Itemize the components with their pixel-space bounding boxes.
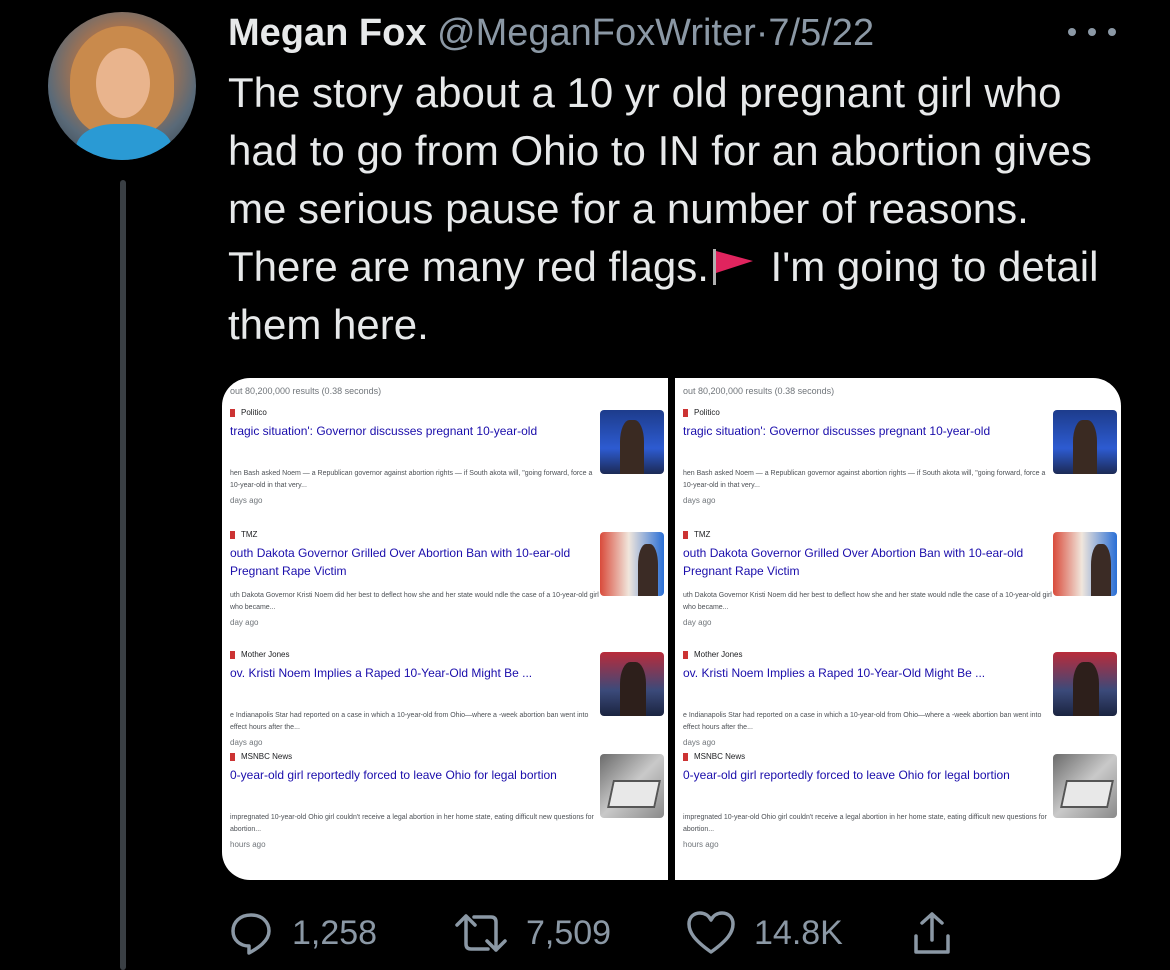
result-age: days ago	[683, 738, 716, 747]
result-thumbnail	[600, 532, 664, 596]
source-favicon	[230, 530, 235, 539]
result-age: days ago	[230, 738, 263, 747]
source-label: MSNBC News	[694, 752, 746, 761]
search-result: TMZ outh Dakota Governor Grilled Over Ab…	[675, 530, 1121, 648]
result-source: TMZ	[683, 530, 710, 539]
like-button[interactable]: 14.8K	[686, 908, 843, 958]
result-source: MSNBC News	[230, 752, 292, 761]
source-favicon	[230, 752, 235, 761]
result-snippet: uth Dakota Governor Kristi Noem did her …	[683, 592, 1052, 611]
result-thumbnail	[600, 410, 664, 474]
source-label: MSNBC News	[241, 752, 293, 761]
like-count: 14.8K	[754, 913, 843, 952]
source-label: TMZ	[241, 530, 258, 539]
result-age: hours ago	[230, 840, 266, 849]
more-dot	[1088, 28, 1096, 36]
result-source: Mother Jones	[230, 650, 289, 659]
media-image-right[interactable]: out 80,200,000 results (0.38 seconds) Po…	[675, 378, 1121, 880]
result-title: 0-year-old girl reportedly forced to lea…	[683, 768, 1010, 782]
source-label: Mother Jones	[241, 650, 290, 659]
more-dot	[1068, 28, 1076, 36]
result-source: TMZ	[230, 530, 257, 539]
result-thumbnail	[600, 754, 664, 818]
more-dot	[1108, 28, 1116, 36]
more-options-icon[interactable]	[1068, 14, 1116, 50]
red-flag-icon	[712, 248, 753, 285]
search-result: MSNBC News 0-year-old girl reportedly fo…	[675, 752, 1121, 870]
result-source: Politico	[683, 408, 720, 417]
search-result: MSNBC News 0-year-old girl reportedly fo…	[222, 752, 668, 870]
result-title: tragic situation': Governor discusses pr…	[230, 424, 538, 438]
result-snippet: e Indianapolis Star had reported on a ca…	[230, 712, 589, 731]
result-thumbnail	[1053, 410, 1117, 474]
source-label: Mother Jones	[694, 650, 743, 659]
result-source: Mother Jones	[683, 650, 742, 659]
author-name[interactable]: Megan Fox	[228, 12, 426, 54]
tweet-text: The story about a 10 yr old pregnant gir…	[228, 64, 1128, 354]
result-snippet: impregnated 10-year-old Ohio girl couldn…	[683, 814, 1047, 833]
result-thumbnail	[1053, 652, 1117, 716]
search-result: TMZ outh Dakota Governor Grilled Over Ab…	[222, 530, 668, 648]
retweet-button[interactable]: 7,509	[454, 908, 611, 958]
result-count: out 80,200,000 results (0.38 seconds)	[683, 386, 835, 396]
source-favicon	[683, 408, 688, 417]
reply-icon	[231, 913, 271, 955]
retweet-count: 7,509	[526, 913, 612, 952]
result-title: outh Dakota Governor Grilled Over Aborti…	[683, 546, 1024, 578]
result-age: day ago	[230, 618, 259, 627]
tweet-date[interactable]: 7/5/22	[768, 12, 874, 54]
retweet-icon	[455, 914, 507, 952]
source-favicon	[683, 650, 688, 659]
source-label: TMZ	[694, 530, 711, 539]
author-avatar[interactable]	[48, 12, 196, 160]
source-label: Politico	[241, 408, 267, 417]
result-thumbnail	[600, 652, 664, 716]
source-favicon	[683, 752, 688, 761]
result-title: 0-year-old girl reportedly forced to lea…	[230, 768, 557, 782]
result-age: day ago	[683, 618, 712, 627]
media-image-left[interactable]: out 80,200,000 results (0.38 seconds) Po…	[222, 378, 668, 880]
tweet-header: Megan Fox @MeganFoxWriter·7/5/22	[228, 10, 874, 56]
tweet-actions: 1,258 7,509 14.8K	[228, 908, 1118, 958]
header-separator: ·	[755, 12, 769, 54]
result-thumbnail	[1053, 754, 1117, 818]
reply-count: 1,258	[292, 913, 378, 952]
result-snippet: impregnated 10-year-old Ohio girl couldn…	[230, 814, 594, 833]
result-snippet: uth Dakota Governor Kristi Noem did her …	[230, 592, 599, 611]
avatar-face	[96, 48, 150, 118]
search-result: Mother Jones ov. Kristi Noem Implies a R…	[222, 650, 668, 768]
tweet-media[interactable]: out 80,200,000 results (0.38 seconds) Po…	[222, 378, 1121, 880]
source-favicon	[683, 530, 688, 539]
author-handle[interactable]: @MeganFoxWriter	[437, 12, 756, 54]
share-button[interactable]	[912, 908, 952, 958]
avatar-shirt	[76, 124, 172, 160]
result-snippet: hen Bash asked Noem — a Republican gover…	[230, 470, 593, 489]
result-count: out 80,200,000 results (0.38 seconds)	[230, 386, 382, 396]
result-thumbnail	[1053, 532, 1117, 596]
source-favicon	[230, 650, 235, 659]
result-age: hours ago	[683, 840, 719, 849]
result-source: MSNBC News	[683, 752, 745, 761]
source-favicon	[230, 408, 235, 417]
result-age: days ago	[683, 496, 716, 505]
search-result: Mother Jones ov. Kristi Noem Implies a R…	[675, 650, 1121, 768]
result-title: ov. Kristi Noem Implies a Raped 10-Year-…	[230, 666, 533, 680]
result-source: Politico	[230, 408, 267, 417]
thread-line	[120, 180, 126, 970]
search-result: Politico tragic situation': Governor dis…	[222, 408, 668, 526]
result-title: ov. Kristi Noem Implies a Raped 10-Year-…	[683, 666, 986, 680]
result-title: outh Dakota Governor Grilled Over Aborti…	[230, 546, 571, 578]
reply-button[interactable]: 1,258	[228, 908, 377, 958]
source-label: Politico	[694, 408, 720, 417]
search-result: Politico tragic situation': Governor dis…	[675, 408, 1121, 526]
result-snippet: e Indianapolis Star had reported on a ca…	[683, 712, 1042, 731]
heart-icon	[687, 911, 735, 954]
result-age: days ago	[230, 496, 263, 505]
result-snippet: hen Bash asked Noem — a Republican gover…	[683, 470, 1046, 489]
result-title: tragic situation': Governor discusses pr…	[683, 424, 991, 438]
share-icon	[914, 912, 950, 954]
media-divider	[668, 378, 675, 880]
